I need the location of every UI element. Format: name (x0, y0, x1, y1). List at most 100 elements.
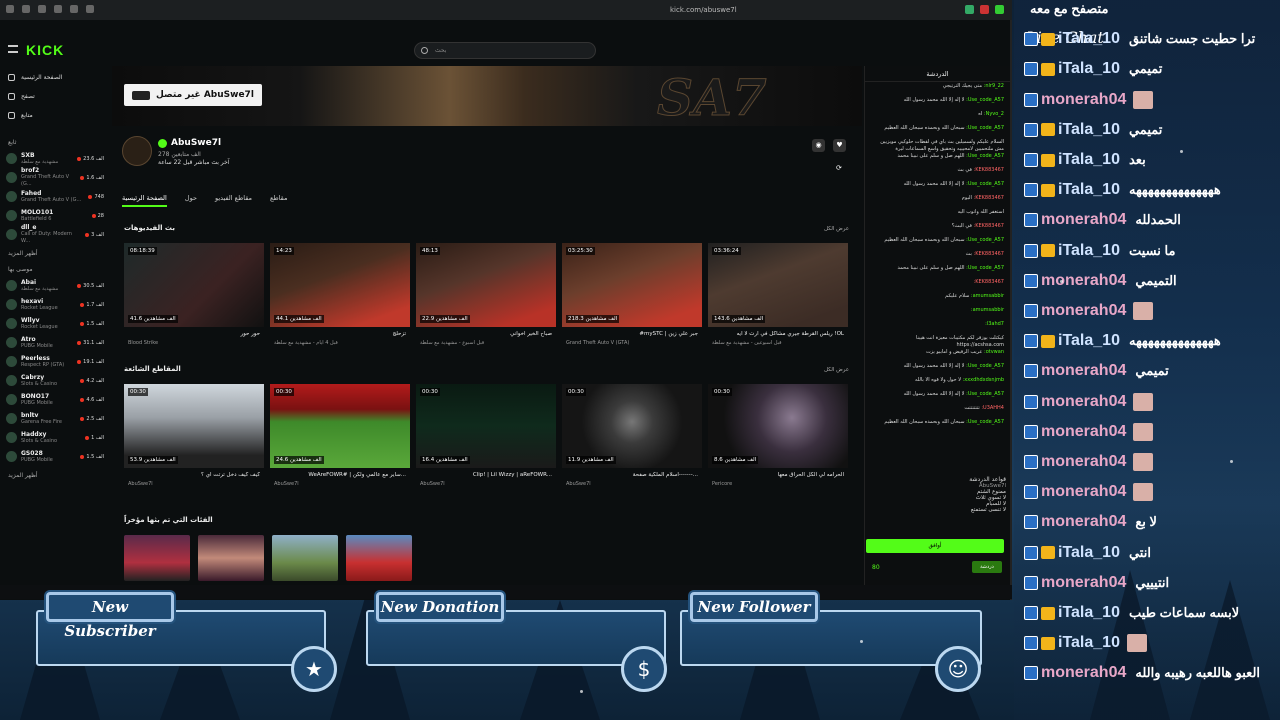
sidebar-channel[interactable]: GS028 PUBG Mobile 1.5 الف (0, 447, 110, 466)
clip-thumbnail[interactable]: 00:30 11.9 الف مشاهدين (562, 384, 702, 468)
clip-card[interactable]: 00:30 11.9 الف مشاهدين اسلام الملكية صفحة-… (562, 384, 702, 487)
vod-card[interactable]: 08:18:39 41.6 الف مشاهدين حور حور Blood Str… (124, 243, 264, 346)
search-input[interactable]: بحث (414, 42, 596, 59)
clip-card[interactable]: 00:30 24.6 الف مشاهدين WeAreFOWR# | ساير م… (270, 384, 410, 487)
sidebar-channel[interactable]: Cabrzy Slots & Casino 4.2 الف (0, 371, 110, 390)
follow-heart-icon[interactable]: ♥ (833, 139, 846, 152)
clip-card[interactable]: 00:30 53.9 الف مشاهدين كيف كيف دخل ترتت اي… (124, 384, 264, 487)
show-all-clips[interactable]: عرض الكل (824, 367, 849, 373)
vod-thumbnail[interactable]: 03:36:24 143.6 الف مشاهدين (708, 243, 848, 327)
chat-username[interactable]: Use_code_A57: (966, 237, 1004, 243)
show-all-vods[interactable]: عرض الكل (824, 226, 849, 232)
notification-bell-icon[interactable]: ◉ (812, 139, 825, 152)
category-card[interactable] (346, 535, 412, 581)
vod-thumbnail[interactable]: 03:25:30 218.3 الف مشاهدين (562, 243, 702, 327)
chat-username[interactable]: amumsabbir: (971, 307, 1004, 313)
category-card[interactable] (272, 535, 338, 581)
category-card[interactable] (124, 535, 190, 581)
show-more-link[interactable]: أظهر المزيد (0, 250, 110, 260)
sidebar-channel[interactable]: BONO17 PUBG Mobile 4.6 الف (0, 390, 110, 409)
show-more-link[interactable]: أظهر المزيد (0, 472, 110, 482)
vod-thumbnail[interactable]: 14:23 44.1 الف مشاهدين (270, 243, 410, 327)
clip-card[interactable]: 00:30 16.4 الف مشاهدين Clip! | Lil Wizzy |… (416, 384, 556, 487)
chat-username[interactable]: Use_code_A57: (966, 181, 1004, 187)
chat-username[interactable]: Use_code_A57: (966, 419, 1004, 425)
chat-username[interactable]: Use_code_A57: (966, 125, 1004, 131)
kick-logo[interactable]: KICK (26, 42, 64, 58)
sidebar-channel[interactable]: MOLO101 Battlefield 6 28 (0, 206, 110, 225)
chat-username[interactable]: KEK883467: (974, 251, 1005, 257)
chat-username[interactable]: Use_code_A57: (966, 153, 1004, 159)
chat-username[interactable]: xxxdhdxdsnjmb: (963, 377, 1004, 383)
tab-videos[interactable]: مقاطع الفيديو (215, 194, 252, 207)
sidebar-channel[interactable]: bnltv Garena Free Fire 2.5 الف (0, 409, 110, 428)
chat-username[interactable]: l3ahd7: (985, 321, 1004, 327)
vod-title[interactable]: حور حور (124, 331, 264, 338)
clip-card[interactable]: 00:30 8.6 الف مشاهدين الحرامه لي الكل الحر… (708, 384, 848, 487)
tab-clips[interactable]: مقاطع (270, 194, 287, 207)
sidebar-channel[interactable]: Wllyv Rocket League 1.5 الف (0, 314, 110, 333)
sidebar-channel[interactable]: SXB مشهدية مع سلطة 23.6 الف (0, 149, 110, 168)
vod-thumbnail[interactable]: 48:13 22.9 الف مشاهدين (416, 243, 556, 327)
vod-title[interactable]: صباح الخير اخواني (416, 331, 556, 338)
sidebar-channel[interactable]: Haddxy Slots & Casino 1 الف (0, 428, 110, 447)
chat-username[interactable]: Use_code_A57: (966, 97, 1004, 103)
sidebar-channel[interactable]: hexavi Rocket League 1.7 الف (0, 295, 110, 314)
sidebar-item-browse[interactable]: تصفح (0, 87, 110, 106)
vod-card[interactable]: 03:36:24 143.6 الف مشاهدين ريلس القرطة جير… (708, 243, 848, 346)
sidebar-channel[interactable]: dll_e Call of Duty: Modern W... 3 الف (0, 224, 110, 244)
chat-username[interactable]: Nyvo_2: (984, 111, 1004, 117)
livechat-message: iTala_10 ههههههههههههههه (1024, 328, 1280, 354)
chat-username[interactable]: Use_code_A57: (966, 265, 1004, 271)
clip-title[interactable]: WeAreFOWR# | ساير مع عالمي ولكن... (270, 472, 410, 479)
clip-title[interactable]: Clip! | Lil Wizzy | aReFOWR... (416, 472, 556, 479)
livechat-text: لابسه سماعات طيب (1128, 605, 1240, 620)
clip-title[interactable]: اسلام الملكية صفحة-------... (562, 472, 702, 479)
clip-title[interactable]: كيف كيف دخل ترتت اي ؟ (124, 472, 264, 479)
viewer-count-text: 1.6 الف (86, 174, 104, 181)
share-icon[interactable]: ⟳ (836, 164, 842, 172)
badge-icon (1024, 364, 1038, 379)
sidebar-channel[interactable]: Peerless Respect RP (GTA) 19.1 الف (0, 352, 110, 371)
tab-about[interactable]: حول (185, 194, 197, 207)
chat-username[interactable]: Use_code_A57: (966, 363, 1004, 369)
chat-username[interactable]: otvwan: (984, 349, 1004, 355)
clip-thumbnail[interactable]: 00:30 53.9 الف مشاهدين (124, 384, 264, 468)
clip-thumbnail[interactable]: 00:30 16.4 الف مشاهدين (416, 384, 556, 468)
category-card[interactable] (198, 535, 264, 581)
clip-title[interactable]: الحرامه لي الكل الحراق معها (708, 472, 848, 479)
channel-avatar[interactable] (122, 136, 152, 166)
clip-thumbnail[interactable]: 00:30 8.6 الف مشاهدين (708, 384, 848, 468)
browser-nav-buttons[interactable] (6, 5, 94, 13)
chat-username[interactable]: KEK883467: (974, 223, 1005, 229)
vod-card[interactable]: 48:13 22.9 الف مشاهدين صباح الخير اخواني قب… (416, 243, 556, 346)
vod-card[interactable]: 14:23 44.1 الف مشاهدين تزحلج قبل 4 ايام - م… (270, 243, 410, 346)
menu-icon[interactable] (8, 45, 18, 53)
tab-home[interactable]: الصفحة الرئيسية (122, 194, 167, 207)
chat-username[interactable]: U3AHH4: (981, 405, 1004, 411)
sidebar-channel[interactable]: Abai مشهدية مع سلطة 30.5 الف (0, 276, 110, 295)
sidebar-item-following[interactable]: متابع (0, 106, 110, 125)
window-controls[interactable] (965, 5, 1004, 14)
chat-username[interactable]: KEK883467: (974, 195, 1005, 201)
chat-send-button[interactable]: دردشة (972, 561, 1002, 573)
accept-rules-button[interactable]: أوافق (866, 539, 1004, 553)
clip-thumbnail[interactable]: 00:30 24.6 الف مشاهدين (270, 384, 410, 468)
vod-title[interactable]: تزحلج (270, 331, 410, 338)
chat-username[interactable]: Use_code_A57: (966, 391, 1004, 397)
address-bar[interactable]: kick.com/abuswe7l (670, 6, 737, 14)
sidebar-channel[interactable]: brof2 Grand Theft Auto V (G... 1.6 الف (0, 167, 110, 187)
chat-username[interactable]: nlr9_22: (984, 83, 1004, 89)
viewer-count: 23.6 الف (77, 156, 104, 162)
sidebar-channel[interactable]: Fahed Grand Theft Auto V (G... 748 (0, 187, 110, 206)
sidebar-item-home[interactable]: الصفحة الرئيسية (0, 68, 110, 87)
chat-username[interactable]: amumsabbir: (971, 293, 1004, 299)
vod-title[interactable]: #mySTC | جبر علي زين (562, 331, 702, 338)
chat-username[interactable]: KEK883467: (974, 167, 1005, 173)
vod-thumbnail[interactable]: 08:18:39 41.6 الف مشاهدين (124, 243, 264, 327)
sidebar-channel[interactable]: Atro PUBG Mobile 31.1 الف (0, 333, 110, 352)
chat-username[interactable]: KEK883467: (974, 279, 1005, 285)
vod-title[interactable]: ريلس القرطة جيري مشاكل في ارت لا ايه !OL (708, 331, 848, 338)
chat-messages: nlr9_22: متى يجيك الترتيجي Use_code_A57: … (865, 82, 1010, 432)
vod-card[interactable]: 03:25:30 218.3 الف مشاهدين #mySTC | جبر عل… (562, 243, 702, 346)
